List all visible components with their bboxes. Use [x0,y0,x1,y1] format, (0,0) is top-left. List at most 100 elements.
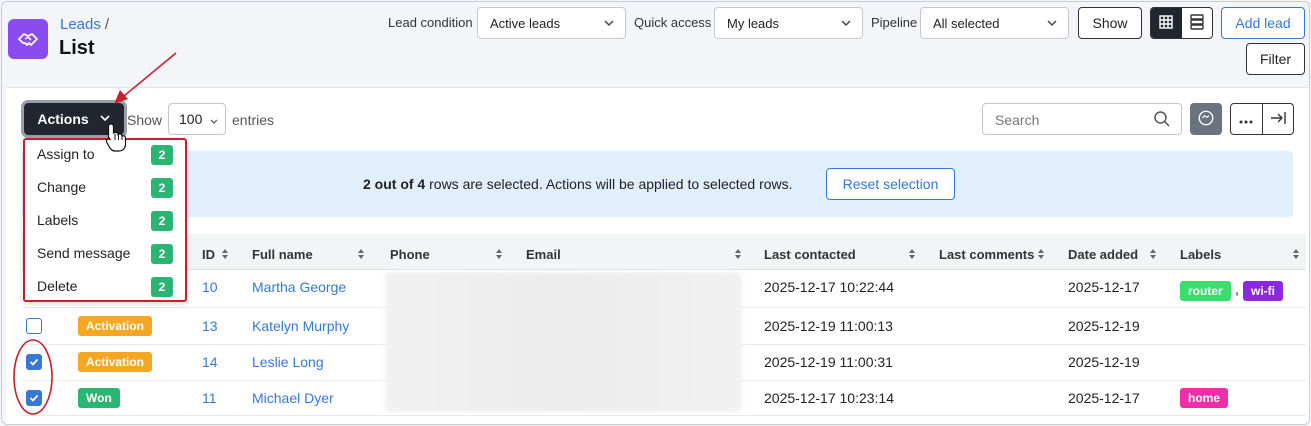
lead-id-link[interactable]: 10 [202,279,218,295]
last-contacted-cell: 2025-12-19 11:00:31 [764,354,893,370]
menu-item-delete[interactable]: Delete [37,278,77,294]
count-badge: 2 [151,211,173,231]
sort-icon[interactable] [734,247,742,259]
quick-access-value: My leads [727,16,780,31]
quick-access-label: Quick access [634,15,712,30]
column-header-id[interactable]: ID [202,247,215,262]
lead-id-link[interactable]: 11 [202,390,217,406]
chevron-down-icon [99,111,111,127]
last-contacted-cell: 2025-12-17 10:22:44 [764,279,894,295]
count-badge: 2 [151,178,173,198]
entries-label: entries [232,112,275,128]
sort-icon[interactable] [1292,247,1300,259]
label-badge-router: router [1180,281,1231,301]
status-badge: Activation [78,316,153,336]
lead-condition-label: Lead condition [388,15,473,30]
search-icon[interactable] [1153,110,1171,131]
lead-name-link[interactable]: Martha George [252,279,346,295]
count-badge: 2 [151,277,173,297]
export-icon [1270,111,1286,128]
menu-item-labels[interactable]: Labels [37,212,78,228]
actions-button[interactable]: Actions [21,100,127,138]
chevron-down-icon [209,114,219,130]
breadcrumb: Leads / [60,16,109,33]
lead-id-link[interactable]: 14 [202,354,218,370]
table-tools [1230,103,1294,135]
check-icon [29,390,39,406]
search-placeholder: Search [995,112,1040,128]
view-toggle [1150,7,1213,39]
sort-icon[interactable] [908,247,916,259]
sort-icon[interactable] [495,247,503,259]
sort-icon[interactable] [1149,247,1157,259]
entries-value: 100 [179,111,203,127]
lead-name-link[interactable]: Leslie Long [252,354,324,370]
column-header-email[interactable]: Email [526,247,561,262]
more-options-button[interactable] [1231,104,1263,134]
breadcrumb-leads-link[interactable]: Leads [60,16,101,33]
app-window: Leads / List Lead condition Active leads … [1,1,1310,425]
reset-selection-button[interactable]: Reset selection [826,168,955,200]
column-header-phone[interactable]: Phone [390,247,430,262]
column-header-last-comments[interactable]: Last comments [939,247,1034,262]
menu-item-change[interactable]: Change [37,179,86,195]
selection-message: rows are selected. Actions will be appli… [425,176,793,192]
selection-count: 2 out of 4 [363,176,426,192]
chevron-down-icon [840,17,852,32]
column-header-labels[interactable]: Labels [1180,247,1221,262]
list-icon [1190,13,1204,33]
row-checkbox-checked[interactable] [26,390,42,406]
handshake-icon [8,19,48,59]
row-checkbox[interactable] [26,318,42,334]
lead-condition-value: Active leads [490,16,561,31]
lead-name-link[interactable]: Katelyn Murphy [252,318,349,334]
row-checkbox-checked[interactable] [26,354,42,370]
entries-select[interactable]: 100 [168,103,226,135]
grid-icon [1159,14,1173,32]
last-contacted-cell: 2025-12-17 10:23:14 [764,390,894,406]
chevron-down-icon [1046,17,1058,32]
status-badge: Activation [78,352,153,372]
date-added-cell: 2025-12-17 [1068,279,1140,295]
filter-button[interactable]: Filter [1246,43,1305,75]
redacted-contact-info [385,272,742,412]
actions-dropdown-menu: Assign to 2 Change 2 Labels 2 Send messa… [23,138,187,302]
quick-access-select[interactable]: My leads [714,7,863,39]
export-button[interactable] [1263,104,1294,134]
menu-item-assign-to[interactable]: Assign to [37,146,95,162]
pipeline-label: Pipeline [871,15,918,30]
label-badge-home: home [1180,388,1229,408]
search-input[interactable]: Search [982,103,1182,135]
status-badge: Won [78,388,120,408]
show-entries-label: Show [127,112,163,128]
column-header-date-added[interactable]: Date added [1068,247,1138,262]
count-badge: 2 [151,145,173,165]
row-divider [22,415,1306,416]
sort-icon[interactable] [221,247,229,259]
handshake-filter-button[interactable] [1190,103,1222,135]
check-icon [29,354,39,370]
add-lead-button[interactable]: Add lead [1221,7,1305,39]
pipeline-select[interactable]: All selected [920,7,1069,39]
sort-icon[interactable] [1037,247,1045,259]
lead-id-link[interactable]: 13 [202,318,218,334]
sort-icon[interactable] [357,247,365,259]
date-added-cell: 2025-12-19 [1068,354,1140,370]
date-added-cell: 2025-12-17 [1068,390,1140,406]
last-contacted-cell: 2025-12-19 11:00:13 [764,318,893,334]
label-separator: , [1235,281,1239,297]
column-header-last-contacted[interactable]: Last contacted [764,247,856,262]
column-header-full-name[interactable]: Full name [252,247,313,262]
show-button[interactable]: Show [1078,7,1142,39]
grid-view-button[interactable] [1151,8,1182,38]
lead-name-link[interactable]: Michael Dyer [252,390,334,406]
chevron-down-icon [603,17,615,32]
menu-item-send-message[interactable]: Send message [37,245,130,261]
list-view-button[interactable] [1182,8,1213,38]
label-badge-wifi: wi-fi [1243,281,1283,301]
date-added-cell: 2025-12-19 [1068,318,1140,334]
count-badge: 2 [151,244,173,264]
ellipsis-icon [1239,111,1253,127]
pipeline-value: All selected [933,16,1000,31]
lead-condition-select[interactable]: Active leads [477,7,626,39]
